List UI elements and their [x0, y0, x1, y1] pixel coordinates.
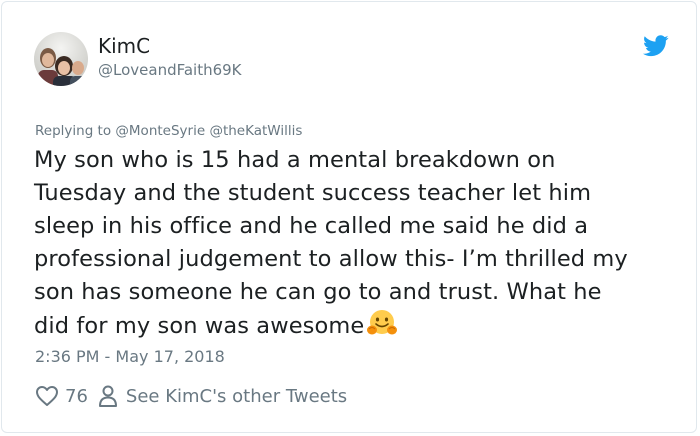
heart-icon[interactable] — [35, 385, 59, 407]
replying-to-label: Replying to — [35, 123, 112, 139]
tweet-actions: 76 See KimC's other Tweets — [35, 382, 347, 410]
person-icon — [98, 385, 117, 407]
tweet-text-line: sleep in his office and he called me sai… — [34, 213, 589, 239]
tweet-text-line: professional judgement to allow this- I’… — [34, 246, 628, 272]
other-tweets-link[interactable]: See KimC's other Tweets — [126, 386, 347, 407]
tweet-text-line: son has someone he can go to and trust. … — [34, 279, 602, 305]
timestamp-link[interactable]: 2:36 PM - May 17, 2018 — [35, 347, 225, 366]
avatar-photo — [34, 32, 88, 86]
avatar[interactable] — [34, 32, 88, 86]
author-handle[interactable]: @LoveandFaith69K — [98, 61, 242, 79]
tweet-text-segment: did for my son was awesome — [34, 313, 365, 339]
tweet-card: KimC @LoveandFaith69K Replying to @Monte… — [1, 1, 697, 433]
hugging-face-emoji-icon — [367, 310, 398, 335]
tweet-text-line: Tuesday and the student success teacher … — [34, 180, 592, 206]
like-count[interactable]: 76 — [65, 386, 88, 407]
mention-link[interactable]: @MonteSyrie — [115, 123, 205, 139]
tweet-text-line: My son who is 15 had a mental breakdown … — [34, 147, 556, 173]
author-name[interactable]: KimC — [98, 34, 150, 58]
tweet-text: My son who is 15 had a mental breakdown … — [34, 144, 674, 343]
twitter-bird-icon[interactable] — [643, 35, 669, 57]
mention-link[interactable]: @theKatWillis — [209, 123, 302, 139]
tweet-text-line-last: did for my son was awesome — [34, 309, 674, 343]
replying-to: Replying to @MonteSyrie @theKatWillis — [35, 123, 302, 139]
